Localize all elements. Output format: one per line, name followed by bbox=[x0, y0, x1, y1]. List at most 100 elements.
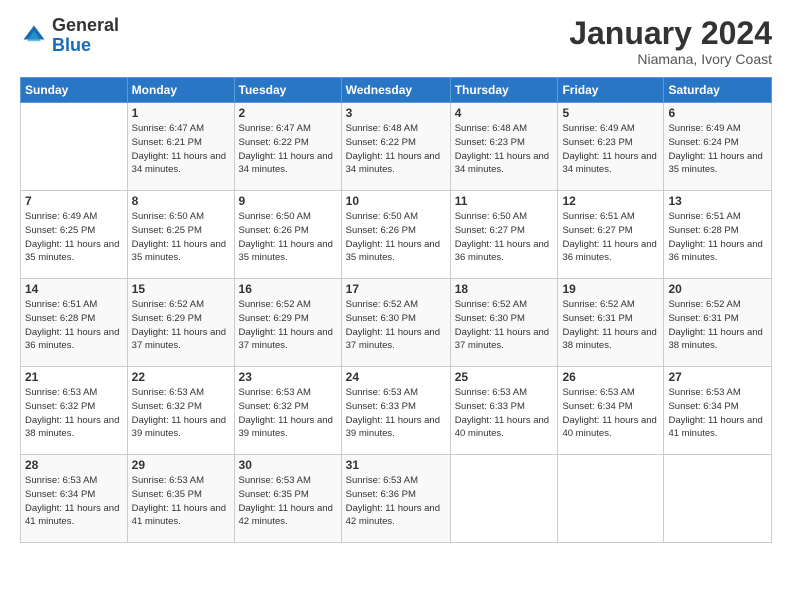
day-info: Sunrise: 6:53 AM Sunset: 6:35 PM Dayligh… bbox=[132, 474, 230, 529]
location-subtitle: Niamana, Ivory Coast bbox=[569, 51, 772, 67]
day-cell: 31 Sunrise: 6:53 AM Sunset: 6:36 PM Dayli… bbox=[341, 455, 450, 543]
header-monday: Monday bbox=[127, 78, 234, 103]
calendar-header: Sunday Monday Tuesday Wednesday Thursday… bbox=[21, 78, 772, 103]
week-row-1: 7 Sunrise: 6:49 AM Sunset: 6:25 PM Daylig… bbox=[21, 191, 772, 279]
day-number: 4 bbox=[455, 106, 554, 120]
day-cell: 30 Sunrise: 6:53 AM Sunset: 6:35 PM Dayli… bbox=[234, 455, 341, 543]
day-cell: 16 Sunrise: 6:52 AM Sunset: 6:29 PM Dayli… bbox=[234, 279, 341, 367]
day-info: Sunrise: 6:51 AM Sunset: 6:28 PM Dayligh… bbox=[668, 210, 767, 265]
day-number: 23 bbox=[239, 370, 337, 384]
day-number: 22 bbox=[132, 370, 230, 384]
day-cell: 18Sunrise: 6:52 AM Sunset: 6:30 PM Dayli… bbox=[450, 279, 558, 367]
day-info: Sunrise: 6:51 AM Sunset: 6:28 PM Dayligh… bbox=[25, 298, 123, 353]
day-number: 8 bbox=[132, 194, 230, 208]
header: General Blue January 2024 Niamana, Ivory… bbox=[20, 16, 772, 67]
day-number: 25 bbox=[455, 370, 554, 384]
day-info: Sunrise: 6:53 AM Sunset: 6:34 PM Dayligh… bbox=[562, 386, 659, 441]
day-cell: 7 Sunrise: 6:49 AM Sunset: 6:25 PM Daylig… bbox=[21, 191, 128, 279]
day-info: Sunrise: 6:51 AM Sunset: 6:27 PM Dayligh… bbox=[562, 210, 659, 265]
day-cell: 28 Sunrise: 6:53 AM Sunset: 6:34 PM Dayli… bbox=[21, 455, 128, 543]
day-cell: 12 Sunrise: 6:51 AM Sunset: 6:27 PM Dayli… bbox=[558, 191, 664, 279]
day-number: 31 bbox=[346, 458, 446, 472]
day-number: 24 bbox=[346, 370, 446, 384]
day-number: 19 bbox=[562, 282, 659, 296]
day-cell: 6Sunrise: 6:49 AM Sunset: 6:24 PM Daylig… bbox=[664, 103, 772, 191]
day-info: Sunrise: 6:52 AM Sunset: 6:31 PM Dayligh… bbox=[562, 298, 659, 353]
day-number: 7 bbox=[25, 194, 123, 208]
day-cell: 22 Sunrise: 6:53 AM Sunset: 6:32 PM Dayli… bbox=[127, 367, 234, 455]
day-number: 30 bbox=[239, 458, 337, 472]
day-info: Sunrise: 6:53 AM Sunset: 6:35 PM Dayligh… bbox=[239, 474, 337, 529]
header-saturday: Saturday bbox=[664, 78, 772, 103]
day-info: Sunrise: 6:53 AM Sunset: 6:33 PM Dayligh… bbox=[455, 386, 554, 441]
day-cell: 20 Sunrise: 6:52 AM Sunset: 6:31 PM Dayli… bbox=[664, 279, 772, 367]
day-cell: 23 Sunrise: 6:53 AM Sunset: 6:32 PM Dayli… bbox=[234, 367, 341, 455]
logo-general: General bbox=[52, 16, 119, 36]
header-sunday: Sunday bbox=[21, 78, 128, 103]
day-cell: 11Sunrise: 6:50 AM Sunset: 6:27 PM Dayli… bbox=[450, 191, 558, 279]
day-cell: 29 Sunrise: 6:53 AM Sunset: 6:35 PM Dayli… bbox=[127, 455, 234, 543]
day-cell: 17Sunrise: 6:52 AM Sunset: 6:30 PM Dayli… bbox=[341, 279, 450, 367]
week-row-4: 28 Sunrise: 6:53 AM Sunset: 6:34 PM Dayli… bbox=[21, 455, 772, 543]
day-info: Sunrise: 6:49 AM Sunset: 6:25 PM Dayligh… bbox=[25, 210, 123, 265]
day-cell bbox=[664, 455, 772, 543]
day-cell: 1 Sunrise: 6:47 AM Sunset: 6:21 PM Daylig… bbox=[127, 103, 234, 191]
header-thursday: Thursday bbox=[450, 78, 558, 103]
day-info: Sunrise: 6:50 AM Sunset: 6:25 PM Dayligh… bbox=[132, 210, 230, 265]
day-info: Sunrise: 6:53 AM Sunset: 6:34 PM Dayligh… bbox=[25, 474, 123, 529]
day-number: 12 bbox=[562, 194, 659, 208]
week-row-0: 1 Sunrise: 6:47 AM Sunset: 6:21 PM Daylig… bbox=[21, 103, 772, 191]
day-number: 3 bbox=[346, 106, 446, 120]
day-info: Sunrise: 6:47 AM Sunset: 6:22 PM Dayligh… bbox=[239, 122, 337, 177]
day-cell: 15Sunrise: 6:52 AM Sunset: 6:29 PM Dayli… bbox=[127, 279, 234, 367]
day-number: 20 bbox=[668, 282, 767, 296]
day-cell bbox=[450, 455, 558, 543]
day-number: 5 bbox=[562, 106, 659, 120]
title-block: January 2024 Niamana, Ivory Coast bbox=[569, 16, 772, 67]
day-cell bbox=[558, 455, 664, 543]
day-info: Sunrise: 6:53 AM Sunset: 6:34 PM Dayligh… bbox=[668, 386, 767, 441]
day-number: 13 bbox=[668, 194, 767, 208]
day-number: 15 bbox=[132, 282, 230, 296]
day-info: Sunrise: 6:52 AM Sunset: 6:29 PM Dayligh… bbox=[239, 298, 337, 353]
day-number: 28 bbox=[25, 458, 123, 472]
logo-text: General Blue bbox=[52, 16, 119, 56]
day-number: 27 bbox=[668, 370, 767, 384]
day-info: Sunrise: 6:53 AM Sunset: 6:32 PM Dayligh… bbox=[239, 386, 337, 441]
day-number: 9 bbox=[239, 194, 337, 208]
calendar-body: 1 Sunrise: 6:47 AM Sunset: 6:21 PM Daylig… bbox=[21, 103, 772, 543]
day-cell: 24Sunrise: 6:53 AM Sunset: 6:33 PM Dayli… bbox=[341, 367, 450, 455]
day-info: Sunrise: 6:47 AM Sunset: 6:21 PM Dayligh… bbox=[132, 122, 230, 177]
day-info: Sunrise: 6:52 AM Sunset: 6:30 PM Dayligh… bbox=[455, 298, 554, 353]
day-number: 26 bbox=[562, 370, 659, 384]
logo-blue: Blue bbox=[52, 36, 119, 56]
calendar-table: Sunday Monday Tuesday Wednesday Thursday… bbox=[20, 77, 772, 543]
day-cell: 5Sunrise: 6:49 AM Sunset: 6:23 PM Daylig… bbox=[558, 103, 664, 191]
day-number: 10 bbox=[346, 194, 446, 208]
day-number: 21 bbox=[25, 370, 123, 384]
week-row-2: 14Sunrise: 6:51 AM Sunset: 6:28 PM Dayli… bbox=[21, 279, 772, 367]
day-info: Sunrise: 6:48 AM Sunset: 6:22 PM Dayligh… bbox=[346, 122, 446, 177]
day-info: Sunrise: 6:50 AM Sunset: 6:27 PM Dayligh… bbox=[455, 210, 554, 265]
day-info: Sunrise: 6:53 AM Sunset: 6:36 PM Dayligh… bbox=[346, 474, 446, 529]
header-friday: Friday bbox=[558, 78, 664, 103]
day-cell: 26 Sunrise: 6:53 AM Sunset: 6:34 PM Dayli… bbox=[558, 367, 664, 455]
day-info: Sunrise: 6:53 AM Sunset: 6:32 PM Dayligh… bbox=[132, 386, 230, 441]
day-info: Sunrise: 6:50 AM Sunset: 6:26 PM Dayligh… bbox=[239, 210, 337, 265]
day-number: 1 bbox=[132, 106, 230, 120]
day-cell: 4Sunrise: 6:48 AM Sunset: 6:23 PM Daylig… bbox=[450, 103, 558, 191]
day-number: 16 bbox=[239, 282, 337, 296]
day-number: 17 bbox=[346, 282, 446, 296]
day-cell: 8 Sunrise: 6:50 AM Sunset: 6:25 PM Daylig… bbox=[127, 191, 234, 279]
day-cell: 19 Sunrise: 6:52 AM Sunset: 6:31 PM Dayli… bbox=[558, 279, 664, 367]
logo: General Blue bbox=[20, 16, 119, 56]
logo-icon bbox=[20, 22, 48, 50]
day-cell: 21Sunrise: 6:53 AM Sunset: 6:32 PM Dayli… bbox=[21, 367, 128, 455]
day-cell: 13 Sunrise: 6:51 AM Sunset: 6:28 PM Dayli… bbox=[664, 191, 772, 279]
day-cell: 2Sunrise: 6:47 AM Sunset: 6:22 PM Daylig… bbox=[234, 103, 341, 191]
day-cell: 9 Sunrise: 6:50 AM Sunset: 6:26 PM Daylig… bbox=[234, 191, 341, 279]
day-number: 29 bbox=[132, 458, 230, 472]
header-row: Sunday Monday Tuesday Wednesday Thursday… bbox=[21, 78, 772, 103]
day-info: Sunrise: 6:52 AM Sunset: 6:31 PM Dayligh… bbox=[668, 298, 767, 353]
day-cell: 14Sunrise: 6:51 AM Sunset: 6:28 PM Dayli… bbox=[21, 279, 128, 367]
